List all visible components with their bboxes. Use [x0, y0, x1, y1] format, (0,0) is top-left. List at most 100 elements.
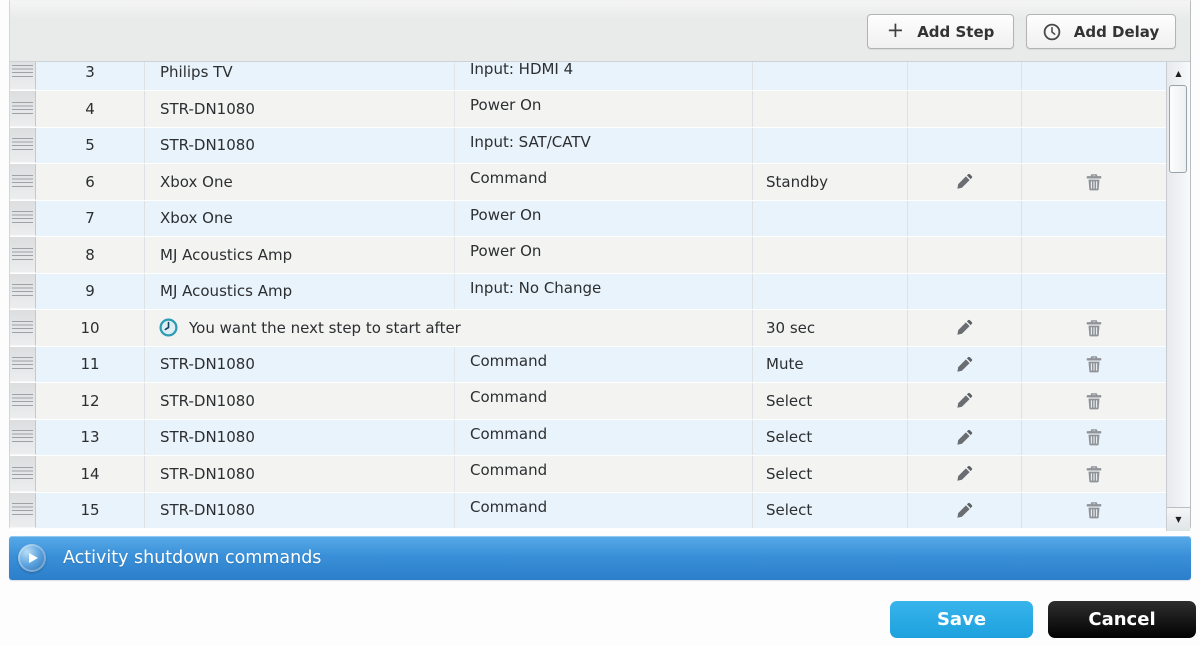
drag-handle-icon — [12, 321, 33, 334]
drag-handle[interactable] — [10, 91, 36, 127]
drag-handle[interactable] — [10, 493, 36, 529]
delete-cell — [1022, 310, 1166, 346]
pencil-icon[interactable] — [956, 356, 973, 373]
drag-handle[interactable] — [10, 237, 36, 273]
command-name: Command — [455, 456, 753, 492]
trash-icon[interactable] — [1086, 319, 1102, 337]
drag-handle[interactable] — [10, 310, 36, 346]
play-icon[interactable] — [18, 544, 46, 572]
row-number: 5 — [36, 128, 145, 164]
clock-icon — [159, 318, 178, 337]
pencil-icon[interactable] — [956, 319, 973, 336]
row-number: 15 — [36, 493, 145, 529]
trash-icon[interactable] — [1086, 392, 1102, 410]
scrollbar-thumb[interactable] — [1169, 85, 1187, 173]
trash-icon[interactable] — [1086, 428, 1102, 446]
vertical-scrollbar[interactable]: ▲ ▼ — [1166, 62, 1190, 531]
pencil-icon[interactable] — [956, 173, 973, 190]
drag-handle[interactable] — [10, 128, 36, 164]
command-name: Command — [455, 493, 753, 529]
delay-description: You want the next step to start after — [145, 310, 753, 346]
device-name: STR-DN1080 — [145, 128, 455, 164]
delete-cell — [1022, 274, 1166, 310]
steps-panel: + Add Step Add Delay 3Philips TVInput: H… — [9, 0, 1191, 531]
pencil-icon[interactable] — [956, 502, 973, 519]
drag-handle-icon — [12, 394, 33, 407]
command-name: Input: HDMI 4 — [455, 62, 753, 90]
trash-icon[interactable] — [1086, 465, 1102, 483]
drag-handle[interactable] — [10, 62, 36, 90]
row-number: 8 — [36, 237, 145, 273]
drag-handle-icon — [12, 503, 33, 516]
edit-cell — [908, 128, 1022, 164]
step-row: 5STR-DN1080Input: SAT/CATV — [10, 128, 1166, 165]
delete-cell — [1022, 347, 1166, 383]
device-name: STR-DN1080 — [145, 347, 455, 383]
row-number: 10 — [36, 310, 145, 346]
trash-icon[interactable] — [1086, 173, 1102, 191]
command-name: Input: No Change — [455, 274, 753, 310]
drag-handle[interactable] — [10, 164, 36, 200]
command-value: Select — [753, 420, 908, 456]
command-name: Command — [455, 383, 753, 419]
device-name: STR-DN1080 — [145, 420, 455, 456]
trash-icon[interactable] — [1086, 501, 1102, 519]
device-name: STR-DN1080 — [145, 456, 455, 492]
drag-handle[interactable] — [10, 456, 36, 492]
add-delay-button[interactable]: Add Delay — [1026, 14, 1176, 49]
command-value: Standby — [753, 164, 908, 200]
pencil-icon[interactable] — [956, 429, 973, 446]
edit-cell — [908, 347, 1022, 383]
row-number: 9 — [36, 274, 145, 310]
delete-cell — [1022, 128, 1166, 164]
shutdown-commands-bar[interactable]: Activity shutdown commands — [9, 536, 1191, 580]
drag-handle[interactable] — [10, 274, 36, 310]
step-row: 15STR-DN1080CommandSelect — [10, 493, 1166, 530]
cancel-button[interactable]: Cancel — [1048, 601, 1196, 638]
device-name: Xbox One — [145, 201, 455, 237]
step-row: 4STR-DN1080Power On — [10, 91, 1166, 128]
step-row: 11STR-DN1080CommandMute — [10, 347, 1166, 384]
command-name: Power On — [455, 201, 753, 237]
drag-handle-icon — [12, 211, 33, 224]
pencil-icon[interactable] — [956, 392, 973, 409]
drag-handle[interactable] — [10, 201, 36, 237]
command-name: Input: SAT/CATV — [455, 128, 753, 164]
step-row: 12STR-DN1080CommandSelect — [10, 383, 1166, 420]
scroll-up-button[interactable]: ▲ — [1167, 62, 1190, 84]
drag-handle[interactable] — [10, 420, 36, 456]
step-row: 9MJ Acoustics AmpInput: No Change — [10, 274, 1166, 311]
command-value: Select — [753, 456, 908, 492]
shutdown-bar-label: Activity shutdown commands — [63, 548, 321, 568]
command-value: Select — [753, 383, 908, 419]
pencil-icon[interactable] — [956, 465, 973, 482]
trash-icon[interactable] — [1086, 355, 1102, 373]
save-button[interactable]: Save — [890, 601, 1033, 638]
drag-handle[interactable] — [10, 347, 36, 383]
delete-cell — [1022, 164, 1166, 200]
command-value — [753, 128, 908, 164]
row-number: 13 — [36, 420, 145, 456]
step-row: 13STR-DN1080CommandSelect — [10, 420, 1166, 457]
edit-cell — [908, 274, 1022, 310]
command-name: Command — [455, 347, 753, 383]
command-name: Command — [455, 420, 753, 456]
edit-cell — [908, 91, 1022, 127]
command-value — [753, 237, 908, 273]
device-name: MJ Acoustics Amp — [145, 237, 455, 273]
device-name: Philips TV — [145, 62, 455, 90]
add-step-button[interactable]: + Add Step — [867, 14, 1014, 49]
device-name: MJ Acoustics Amp — [145, 274, 455, 310]
device-name: STR-DN1080 — [145, 383, 455, 419]
scroll-down-button[interactable]: ▼ — [1167, 507, 1190, 531]
steps-rows: 3Philips TVInput: HDMI 44STR-DN1080Power… — [10, 62, 1166, 531]
command-value: 30 sec — [753, 310, 908, 346]
drag-handle-icon — [12, 65, 33, 78]
drag-handle-icon — [12, 284, 33, 297]
edit-cell — [908, 62, 1022, 90]
delete-cell — [1022, 420, 1166, 456]
drag-handle[interactable] — [10, 383, 36, 419]
edit-cell — [908, 493, 1022, 529]
edit-cell — [908, 310, 1022, 346]
device-name: STR-DN1080 — [145, 91, 455, 127]
